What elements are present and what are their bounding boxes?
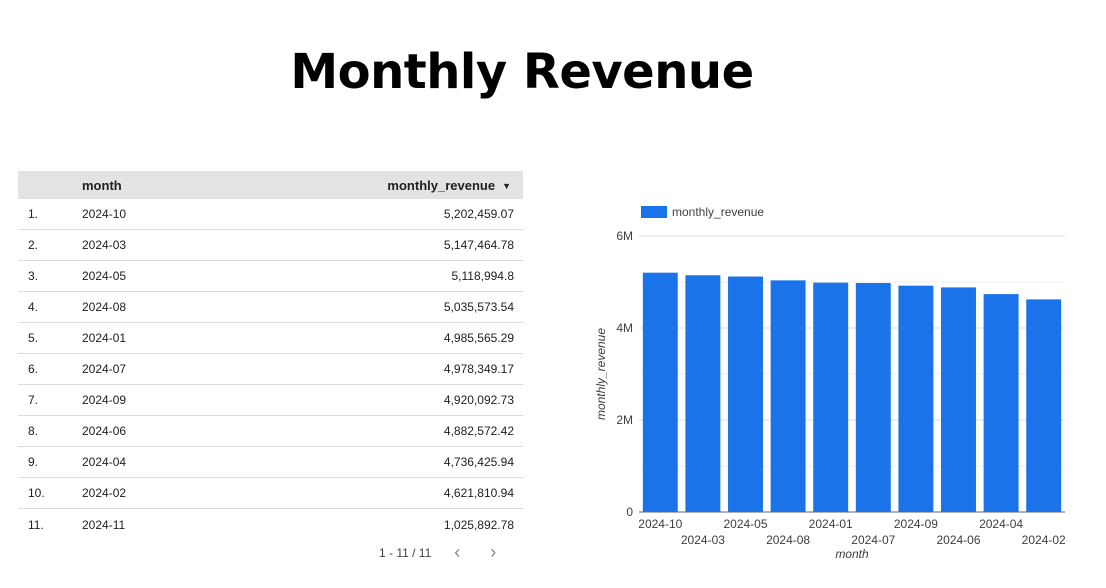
table-row[interactable]: 7. 2024-09 4,920,092.73 [18, 385, 523, 416]
row-revenue: 4,920,092.73 [443, 393, 514, 407]
table-row[interactable]: 9. 2024-04 4,736,425.94 [18, 447, 523, 478]
bar [941, 287, 976, 512]
row-index: 11. [28, 517, 44, 532]
x-tick-label: 2024-06 [936, 533, 980, 547]
row-revenue: 5,202,459.07 [443, 207, 514, 221]
y-axis-title: monthly_revenue [594, 328, 608, 420]
y-tick-label: 4M [616, 321, 633, 335]
row-revenue: 4,985,565.29 [443, 331, 514, 345]
revenue-column-header[interactable]: monthly_revenue ▼ [202, 178, 523, 193]
table-header: month monthly_revenue ▼ [18, 171, 523, 199]
row-index: 4. [28, 300, 39, 314]
x-tick-label: 2024-07 [851, 533, 895, 547]
table-row[interactable]: 11. 2024-11 1,025,892.78 [18, 509, 523, 540]
row-revenue: 5,147,464.78 [443, 238, 514, 252]
row-revenue: 4,978,349.17 [443, 362, 514, 376]
bar [813, 282, 849, 512]
row-revenue: 5,035,573.54 [443, 300, 514, 314]
x-axis-title: month [835, 547, 869, 561]
month-column-header[interactable]: month [82, 178, 202, 193]
legend-label: monthly_revenue [672, 205, 764, 219]
x-tick-label: 2024-04 [979, 517, 1023, 531]
table-body: 1. 2024-10 5,202,459.07 2. 2024-03 5,147,464.… [18, 199, 523, 540]
x-tick-label: 2024-08 [766, 533, 810, 547]
row-month: 2024-02 [82, 486, 127, 500]
table-row[interactable]: 1. 2024-10 5,202,459.07 [18, 199, 523, 230]
row-revenue: 1,025,892.78 [443, 517, 514, 532]
row-month: 2024-11 [82, 517, 126, 532]
bar [983, 294, 1019, 512]
revenue-table: month monthly_revenue ▼ 1. 2024-10 5,202,45… [18, 171, 523, 540]
row-month: 2024-05 [82, 269, 127, 283]
table-row[interactable]: 2. 2024-03 5,147,464.78 [18, 230, 523, 261]
table-row[interactable]: 5. 2024-01 4,985,565.29 [18, 323, 523, 354]
revenue-column-label: monthly_revenue [387, 177, 496, 193]
bar [685, 275, 721, 512]
row-index: 2. [28, 238, 39, 252]
table-row[interactable]: 8. 2024-06 4,882,572.42 [18, 416, 523, 447]
row-index: 7. [28, 393, 39, 407]
row-month: 2024-07 [82, 362, 127, 376]
sort-desc-icon[interactable]: ▼ [502, 181, 511, 191]
legend-swatch [641, 206, 667, 218]
row-month: 2024-10 [82, 207, 127, 221]
row-month: 2024-06 [82, 424, 127, 438]
row-index: 8. [28, 424, 39, 438]
row-revenue: 4,736,425.94 [443, 455, 514, 469]
row-month: 2024-09 [82, 393, 127, 407]
pagination-label: 1 - 11 / 11 [379, 545, 432, 560]
x-tick-label: 2024-09 [894, 517, 938, 531]
y-tick-label: 6M [616, 229, 633, 243]
row-month: 2024-04 [82, 455, 127, 469]
revenue-bar-chart: 0 2M 4M 6M 2024-10 2024-03 2024-05 2024-08 2024-… [594, 205, 1066, 561]
x-tick-label: 2024-05 [723, 517, 767, 531]
bar [898, 285, 934, 512]
row-index: 3. [28, 269, 39, 283]
row-revenue: 5,118,994.8 [451, 269, 514, 283]
row-month: 2024-03 [82, 238, 127, 252]
bar [855, 282, 891, 512]
row-revenue: 4,882,572.42 [443, 424, 514, 438]
pagination: 1 - 11 / 11 ‹ › [379, 542, 505, 563]
row-revenue: 4,621,810.94 [443, 486, 514, 500]
bar [770, 280, 806, 512]
table-row[interactable]: 3. 2024-05 5,118,994.8 [18, 261, 523, 292]
row-index: 1. [28, 207, 39, 221]
row-index: 10. [28, 486, 45, 500]
y-tick-label: 0 [626, 505, 633, 519]
bar [728, 276, 763, 512]
x-tick-label: 2024-01 [809, 517, 853, 531]
table-row[interactable]: 10. 2024-02 4,621,810.94 [18, 478, 523, 509]
x-tick-label: 2024-02 [1022, 533, 1066, 547]
bar [1026, 299, 1062, 512]
row-index: 9. [28, 455, 39, 469]
row-month: 2024-08 [82, 300, 127, 314]
page-title: Monthly Revenue [290, 44, 754, 100]
table-row[interactable]: 4. 2024-08 5,035,573.54 [18, 292, 523, 323]
row-index: 6. [28, 362, 39, 376]
row-index: 5. [28, 331, 39, 345]
bar [642, 272, 678, 512]
table-row[interactable]: 6. 2024-07 4,978,349.17 [18, 354, 523, 385]
row-month: 2024-01 [82, 331, 127, 345]
chevron-right-icon[interactable]: › [481, 542, 505, 563]
x-tick-label: 2024-10 [638, 517, 682, 531]
x-tick-label: 2024-03 [681, 533, 725, 547]
chevron-left-icon[interactable]: ‹ [445, 542, 469, 563]
y-tick-label: 2M [616, 413, 633, 427]
